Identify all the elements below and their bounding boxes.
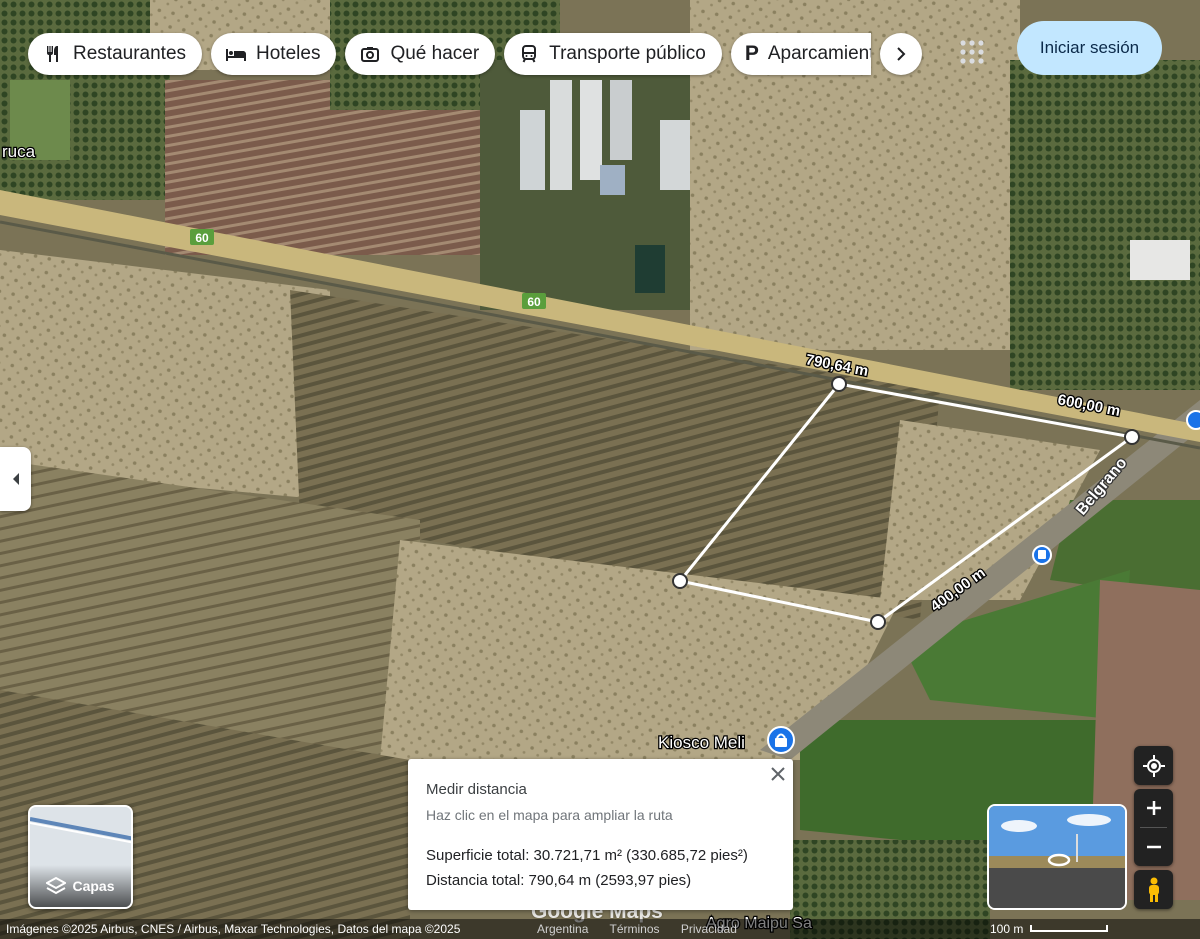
attribution: Imágenes ©2025 Airbus, CNES / Airbus, Ma… [6,922,461,936]
measure-total-area: Superficie total: 30.721,71 m² (330.685,… [426,847,748,864]
street-view-pegman-button[interactable] [1134,870,1173,909]
map-footer: Imágenes ©2025 Airbus, CNES / Airbus, Ma… [0,919,1200,939]
bus-stop-icon[interactable] [1032,545,1052,565]
measure-vertex [870,614,886,630]
layers-button[interactable]: Capas [28,805,133,909]
close-icon[interactable] [769,765,787,783]
camera-icon [359,43,381,65]
measure-vertex [831,376,847,392]
route-60-shield: 60 [190,229,214,245]
parking-icon: P [744,42,759,65]
privacy-link[interactable]: Privacidad [681,922,737,936]
zoom-out-button[interactable] [1134,828,1173,866]
crosshair-icon [1142,754,1165,777]
restaurant-icon [42,43,64,65]
transit-icon [518,43,540,65]
street-view-preview[interactable] [987,804,1127,910]
place-label-ruca[interactable]: ruca [1,141,37,163]
layers-label: Capas [72,878,115,894]
footer-links: Argentina Términos Privacidad [537,922,755,936]
my-location-button[interactable] [1134,746,1173,785]
measure-vertex [672,573,688,589]
chevron-left-icon [12,473,19,485]
chip-label: Aparcamiento [767,43,871,64]
terms-link[interactable]: Términos [610,922,660,936]
place-label-kiosco[interactable]: Kiosco Meli [657,732,746,754]
layers-label-row: Capas [30,865,131,907]
chip-parking[interactable]: P Aparcamiento [730,33,871,75]
route-60-shield: 60 [522,293,546,309]
scale-bar [1030,925,1108,932]
measure-hint: Haz clic en el mapa para ampliar la ruta [426,807,673,823]
measure-vertex [1124,429,1140,445]
chip-things-to-do[interactable]: Qué hacer [345,33,496,75]
minus-icon [1146,845,1161,849]
sign-in-button[interactable]: Iniciar sesión [1017,21,1162,75]
chip-label: Qué hacer [390,43,480,64]
chevron-right-icon [897,47,906,61]
svg-text:60: 60 [527,295,541,309]
hotel-icon [225,43,247,65]
zoom-controls [1134,789,1173,866]
bus-stop-icon[interactable] [1186,410,1200,430]
side-panel-toggle[interactable] [0,447,31,511]
measure-total-distance: Distancia total: 790,64 m (2593,97 pies) [426,872,692,889]
measure-distance-panel: Medir distancia Haz clic en el mapa para… [408,759,793,910]
shopping-pin-icon[interactable] [767,726,795,754]
scale-label[interactable]: 100 m [990,922,1023,936]
chip-label: Hoteles [256,43,321,64]
chip-restaurants[interactable]: Restaurantes [28,33,203,75]
chips-scroll-right-button[interactable] [880,33,922,75]
layers-icon [46,877,67,895]
pegman-icon [1148,877,1159,902]
measure-title: Medir distancia [426,781,527,798]
street-view-thumbnail [989,806,1125,908]
category-chips: Restaurantes Hoteles Qué hacer Transport… [28,33,871,75]
svg-text:60: 60 [195,231,209,245]
chip-hotels[interactable]: Hoteles [211,33,337,75]
apps-grid-icon[interactable] [958,38,986,66]
plus-icon [1146,801,1161,815]
zoom-in-button[interactable] [1134,789,1173,827]
chip-transit[interactable]: Transporte público [504,33,722,75]
chip-label: Transporte público [549,43,706,64]
chip-label: Restaurantes [73,43,187,64]
country-link[interactable]: Argentina [537,922,588,936]
